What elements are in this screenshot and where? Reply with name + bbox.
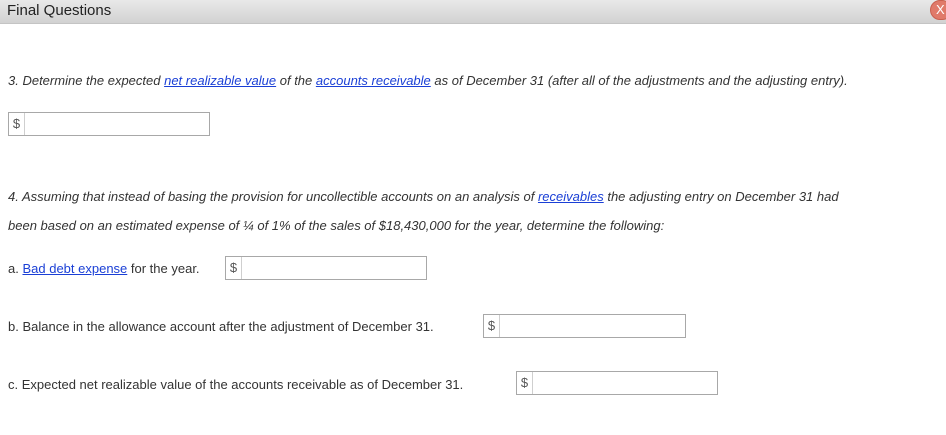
- bad-debt-expense-field[interactable]: $: [225, 256, 427, 280]
- question-4a-label: a. Bad debt expense for the year.: [8, 261, 200, 276]
- question-4-line-1: 4. Assuming that instead of basing the p…: [8, 189, 839, 204]
- question-4b-label: b. Balance in the allowance account afte…: [8, 319, 434, 334]
- bad-debt-expense-input[interactable]: [242, 257, 426, 279]
- question-4a-prefix: a.: [8, 261, 23, 276]
- question-4c-label: c. Expected net realizable value of the …: [8, 377, 464, 392]
- question-4-line-2: been based on an estimated expense of ¼ …: [8, 218, 665, 233]
- expected-nrv-input[interactable]: [533, 372, 717, 394]
- currency-symbol: $: [226, 257, 242, 279]
- question-3-part1: 3. Determine the expected: [8, 73, 165, 88]
- window-title: Final Questions: [7, 2, 112, 19]
- net-realizable-value-field[interactable]: $: [8, 112, 210, 136]
- currency-symbol: $: [484, 315, 500, 337]
- allowance-balance-field[interactable]: $: [483, 314, 686, 338]
- question-3-text: 3. Determine the expected net realizable…: [8, 73, 848, 88]
- currency-symbol: $: [517, 372, 533, 394]
- accounts-receivable-link[interactable]: accounts receivable: [316, 73, 431, 88]
- net-realizable-value-input[interactable]: [25, 113, 209, 135]
- close-button[interactable]: X: [930, 0, 946, 20]
- net-realizable-value-link[interactable]: net realizable value: [164, 73, 276, 88]
- question-4-part2: the adjusting entry on December 31 had: [603, 189, 839, 204]
- question-4-part1: 4. Assuming that instead of basing the p…: [8, 189, 538, 204]
- expected-nrv-field[interactable]: $: [516, 371, 718, 395]
- receivables-link[interactable]: receivables: [538, 189, 604, 204]
- title-bar: Final Questions X: [0, 0, 946, 24]
- allowance-balance-input[interactable]: [500, 315, 685, 337]
- bad-debt-expense-link[interactable]: Bad debt expense: [22, 261, 127, 276]
- question-3-part3: as of December 31 (after all of the adju…: [430, 73, 848, 88]
- question-3-part2: of the: [276, 73, 316, 88]
- question-4a-suffix: for the year.: [127, 261, 200, 276]
- currency-symbol: $: [9, 113, 25, 135]
